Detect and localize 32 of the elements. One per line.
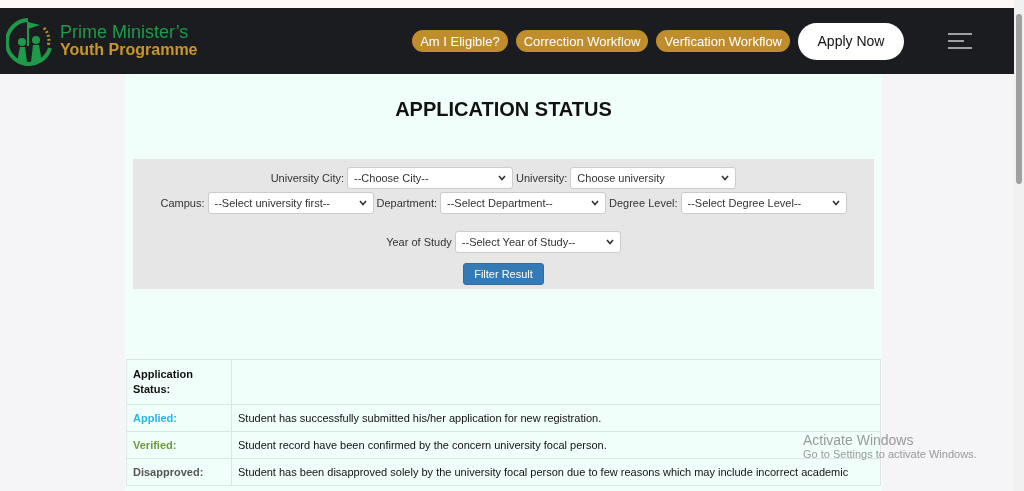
activation-notice-title: Activate Windows — [803, 432, 915, 448]
chevron-icon — [591, 200, 600, 206]
field-label: Year of Study — [386, 236, 452, 248]
chevron-icon — [358, 200, 367, 206]
field-label: University: — [516, 172, 568, 184]
dropdown-field[interactable]: Choose university — [570, 167, 737, 189]
dropdown-field[interactable]: --Select Department-- — [440, 192, 607, 214]
logo-title: Prime Minister’s — [60, 23, 190, 41]
activation-notice-text: Go to Settings to activate Windows. — [803, 448, 977, 460]
dropdown-field[interactable]: --Select university first-- — [207, 192, 374, 214]
page-title: APPLICATION STATUS — [394, 98, 613, 121]
status-label: Disapproved: — [126, 458, 232, 486]
menu-icon[interactable] — [948, 33, 972, 49]
chevron-icon — [605, 239, 614, 245]
status-label: Verified: — [126, 431, 232, 459]
field-label: University City: — [270, 172, 344, 184]
dropdown-field[interactable]: --Choose City-- — [347, 167, 513, 189]
filter-button[interactable]: Filter Result — [463, 263, 544, 285]
field-label: Department: — [376, 197, 438, 209]
field-label: Campus: — [160, 197, 205, 209]
table-cell: Student has successfully submitted his/her application for new registration. — [231, 404, 881, 432]
field-label: Degree Level: — [609, 197, 678, 209]
dropdown-field[interactable]: --Select Year of Study-- — [454, 231, 621, 253]
scrollbar[interactable] — [1014, 0, 1024, 491]
chevron-icon — [831, 200, 840, 206]
dropdown-field[interactable]: --Select Degree Level-- — [680, 192, 847, 214]
apply-button[interactable]: Apply Now — [798, 22, 904, 60]
table-heading: Application Status: — [126, 359, 232, 405]
status-label: Applied: — [126, 404, 232, 432]
chevron-icon — [721, 175, 730, 181]
chevron-icon — [498, 175, 506, 181]
logo-subtitle: Youth Programme — [60, 41, 198, 59]
